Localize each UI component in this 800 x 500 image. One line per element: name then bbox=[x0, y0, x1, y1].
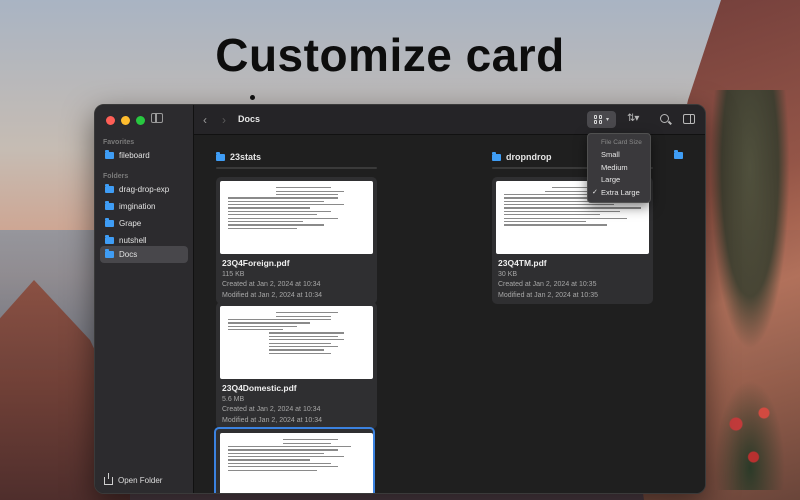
forward-button[interactable]: › bbox=[222, 113, 226, 127]
folder-icon bbox=[105, 218, 114, 227]
file-card-selected[interactable] bbox=[214, 427, 375, 493]
column-header-23stats: 23stats bbox=[216, 151, 262, 162]
open-folder-label: Open Folder bbox=[118, 476, 163, 485]
file-card[interactable]: 23Q4Domestic.pdf 5.6 MB Created at Jan 2… bbox=[216, 302, 377, 429]
folder-icon bbox=[105, 184, 114, 193]
background-tree bbox=[710, 90, 790, 350]
sidebar-item-docs[interactable]: Docs bbox=[100, 246, 188, 263]
sidebar-item-label: Grape bbox=[119, 219, 142, 228]
menu-item-small[interactable]: Small bbox=[588, 148, 650, 161]
file-created: Created at Jan 2, 2024 at 10:35 bbox=[498, 281, 597, 288]
sidebar-section-folders: Folders bbox=[103, 173, 129, 180]
folder-icon bbox=[105, 201, 114, 210]
chevron-down-icon: ▾ bbox=[605, 117, 609, 123]
file-created: Created at Jan 2, 2024 at 10:34 bbox=[222, 406, 321, 413]
window-controls bbox=[106, 116, 145, 125]
file-size: 115 KB bbox=[222, 270, 245, 278]
file-card[interactable]: 23Q4Foreign.pdf 115 KB Created at Jan 2,… bbox=[216, 177, 377, 304]
file-created: Created at Jan 2, 2024 at 10:34 bbox=[222, 281, 321, 288]
sidebar-item-label: imgination bbox=[119, 202, 156, 211]
file-size: 5.6 MB bbox=[222, 395, 245, 403]
close-window-button[interactable] bbox=[106, 116, 115, 125]
folder-icon bbox=[216, 151, 225, 161]
folder-icon bbox=[674, 150, 683, 159]
file-thumbnail bbox=[220, 181, 373, 254]
open-folder-button[interactable]: Open Folder bbox=[104, 472, 163, 485]
checkmark-icon: ✓ bbox=[592, 188, 598, 196]
sidebar-item-label: Docs bbox=[119, 250, 138, 259]
headline: Customize card bbox=[215, 29, 565, 81]
column-header-dropndrop: dropndrop bbox=[492, 151, 552, 162]
file-modified: Modified at Jan 2, 2024 at 10:34 bbox=[222, 416, 323, 424]
menu-item-large[interactable]: Large bbox=[588, 173, 650, 186]
file-name: 23Q4Foreign.pdf bbox=[222, 258, 290, 268]
zoom-window-button[interactable] bbox=[136, 116, 145, 125]
file-modified: Modified at Jan 2, 2024 at 10:34 bbox=[222, 291, 323, 299]
sidebar-item-fileboard[interactable]: fileboard bbox=[100, 147, 188, 164]
menu-item-extra-large[interactable]: ✓ Extra Large bbox=[588, 186, 650, 199]
folder-icon bbox=[492, 151, 501, 161]
search-icon[interactable] bbox=[660, 114, 669, 123]
sidebar-item-label: drag-drop-exp bbox=[119, 185, 170, 194]
sidebar-item-label: fileboard bbox=[119, 151, 150, 160]
column-divider bbox=[216, 167, 377, 169]
sidebar-item-imgination[interactable]: imgination bbox=[100, 198, 188, 215]
sidebar-item-label: nutshell bbox=[119, 236, 147, 245]
open-folder-icon bbox=[104, 472, 113, 485]
menu-item-medium[interactable]: Medium bbox=[588, 161, 650, 174]
minimize-window-button[interactable] bbox=[121, 116, 130, 125]
folder-icon bbox=[105, 249, 114, 258]
background-flowers bbox=[715, 380, 785, 490]
card-size-menu: File Card Size Small Medium Large ✓ Extr… bbox=[587, 133, 651, 203]
folder-icon bbox=[105, 150, 114, 159]
file-name: 23Q4TM.pdf bbox=[498, 258, 547, 268]
inspector-toggle-icon[interactable] bbox=[683, 114, 695, 124]
sidebar-item-drag-drop-exp[interactable]: drag-drop-exp bbox=[100, 181, 188, 198]
sidebar-section-favorites: Favorites bbox=[103, 139, 135, 146]
sidebar: Favorites fileboard Folders drag-drop-ex… bbox=[95, 105, 194, 493]
column-title: dropndrop bbox=[506, 152, 552, 162]
sidebar-item-grape[interactable]: Grape bbox=[100, 215, 188, 232]
file-thumbnail bbox=[220, 433, 373, 493]
file-name: 23Q4Domestic.pdf bbox=[222, 383, 297, 393]
view-options-button[interactable]: ▾ bbox=[587, 111, 616, 128]
window-title: Docs bbox=[238, 114, 261, 124]
file-size: 30 KB bbox=[498, 270, 518, 278]
pointer-dot bbox=[250, 95, 255, 100]
menu-heading: File Card Size bbox=[601, 139, 642, 146]
column-header-partial bbox=[674, 150, 683, 159]
sort-icon[interactable]: ⇅▾ bbox=[627, 113, 639, 124]
sidebar-toggle-icon[interactable] bbox=[151, 113, 163, 123]
folder-icon bbox=[105, 235, 114, 244]
back-button[interactable]: ‹ bbox=[203, 113, 207, 127]
file-modified: Modified at Jan 2, 2024 at 10:35 bbox=[498, 291, 599, 299]
toolbar: ‹ › Docs ▾ ⇅▾ bbox=[194, 105, 705, 135]
grid-view-icon bbox=[593, 115, 603, 124]
column-title: 23stats bbox=[230, 152, 262, 162]
menu-item-label: Extra Large bbox=[601, 187, 640, 197]
file-thumbnail bbox=[220, 306, 373, 379]
